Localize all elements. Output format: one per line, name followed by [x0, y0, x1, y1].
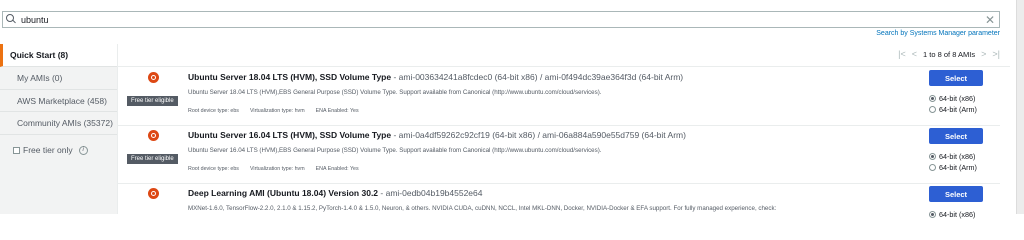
root-device-type: Root device type: ebs — [188, 166, 239, 172]
next-page-icon[interactable]: > — [981, 49, 986, 59]
sidebar-item-quick-start[interactable]: Quick Start (8) — [0, 44, 117, 67]
arch-option-x86[interactable]: 64-bit (x86) — [929, 152, 983, 161]
free-tier-filter[interactable]: Free tier only i — [0, 145, 117, 155]
ami-title: Deep Learning AMI (Ubuntu 18.04) Version… — [188, 188, 483, 198]
radio-arm[interactable] — [929, 106, 936, 113]
radio-x86[interactable] — [929, 153, 936, 160]
radio-arm[interactable] — [929, 164, 936, 171]
ami-title: Ubuntu Server 16.04 LTS (HVM), SSD Volum… — [188, 130, 686, 140]
search-icon — [6, 13, 18, 26]
arch-option-x86[interactable]: 64-bit (x86) — [929, 210, 983, 219]
arch-option-arm[interactable]: 64-bit (Arm) — [929, 163, 983, 172]
ami-ids: - ami-003634241a8fcdec0 (64-bit x86) / a… — [391, 72, 684, 82]
ami-description: Ubuntu Server 18.04 LTS (HVM),EBS Genera… — [188, 89, 602, 96]
radio-x86[interactable] — [929, 211, 936, 218]
list-header — [118, 44, 1010, 67]
search-input[interactable] — [21, 14, 981, 25]
arch-option-x86[interactable]: 64-bit (x86) — [929, 94, 983, 103]
ena-enabled: ENA Enabled: Yes — [315, 166, 359, 172]
ami-description: Ubuntu Server 16.04 LTS (HVM),EBS Genera… — [188, 147, 602, 154]
arch-label: 64-bit (Arm) — [939, 105, 977, 114]
select-button[interactable]: Select — [929, 70, 983, 86]
sidebar-item-my-amis[interactable]: My AMIs (0) — [0, 67, 117, 90]
ami-search-bar: ✕ — [2, 11, 1000, 28]
ami-category-sidebar: Quick Start (8) My AMIs (0) AWS Marketpl… — [0, 44, 118, 214]
select-button[interactable]: Select — [929, 128, 983, 144]
free-tier-checkbox[interactable] — [13, 146, 20, 154]
clear-search-icon[interactable]: ✕ — [985, 12, 995, 28]
pagination: |< < 1 to 8 of 8 AMIs > >| — [898, 49, 1000, 59]
free-tier-badge: Free tier eligible — [127, 154, 178, 164]
ami-meta: Root device type: ebs Virtualization typ… — [188, 108, 359, 114]
free-tier-label: Free tier only — [23, 145, 73, 155]
ami-list-item: Deep Learning AMI (Ubuntu 18.04) Version… — [118, 184, 1000, 219]
ami-ids: - ami-0a4df59262c92cf19 (64-bit x86) / a… — [391, 130, 686, 140]
ami-ids: - ami-0edb04b19b4552e64 — [378, 188, 483, 198]
virtualization-type: Virtualization type: hvm — [249, 166, 305, 172]
ubuntu-logo-icon — [148, 188, 159, 199]
ena-enabled: ENA Enabled: Yes — [315, 108, 359, 114]
page-scrollbar[interactable] — [1016, 0, 1024, 214]
virtualization-type: Virtualization type: hvm — [249, 108, 305, 114]
ami-title: Ubuntu Server 18.04 LTS (HVM), SSD Volum… — [188, 72, 683, 82]
prev-page-icon[interactable]: < — [912, 49, 917, 59]
sidebar-item-aws-marketplace[interactable]: AWS Marketplace (458) — [0, 90, 117, 112]
ubuntu-logo-icon — [148, 72, 159, 83]
arch-label: 64-bit (Arm) — [939, 163, 977, 172]
info-icon[interactable]: i — [78, 145, 88, 155]
root-device-type: Root device type: ebs — [188, 108, 239, 114]
ami-name: Deep Learning AMI (Ubuntu 18.04) Version… — [188, 188, 379, 198]
sidebar-item-community-amis[interactable]: Community AMIs (35372) — [0, 112, 117, 135]
free-tier-badge: Free tier eligible — [127, 96, 178, 106]
pagination-text: 1 to 8 of 8 AMIs — [923, 49, 976, 59]
ssm-parameter-link[interactable]: Search by Systems Manager parameter — [876, 30, 1000, 37]
ubuntu-logo-icon — [148, 130, 159, 141]
ami-meta: Root device type: ebs Virtualization typ… — [188, 166, 359, 172]
arch-label: 64-bit (x86) — [939, 152, 976, 161]
first-page-icon[interactable]: |< — [898, 49, 906, 59]
ami-list-item: Free tier eligible Ubuntu Server 16.04 L… — [118, 126, 1000, 184]
ami-name: Ubuntu Server 16.04 LTS (HVM), SSD Volum… — [188, 130, 392, 140]
select-button[interactable]: Select — [929, 186, 983, 202]
ami-name: Ubuntu Server 18.04 LTS (HVM), SSD Volum… — [188, 72, 392, 82]
ami-description: MXNet-1.6.0, TensorFlow-2.2.0, 2.1.0 & 1… — [188, 205, 777, 212]
arch-label: 64-bit (x86) — [939, 210, 976, 219]
radio-x86[interactable] — [929, 95, 936, 102]
last-page-icon[interactable]: >| — [992, 49, 1000, 59]
arch-label: 64-bit (x86) — [939, 94, 976, 103]
ami-list-item: Free tier eligible Ubuntu Server 18.04 L… — [118, 68, 1000, 126]
arch-option-arm[interactable]: 64-bit (Arm) — [929, 105, 983, 114]
